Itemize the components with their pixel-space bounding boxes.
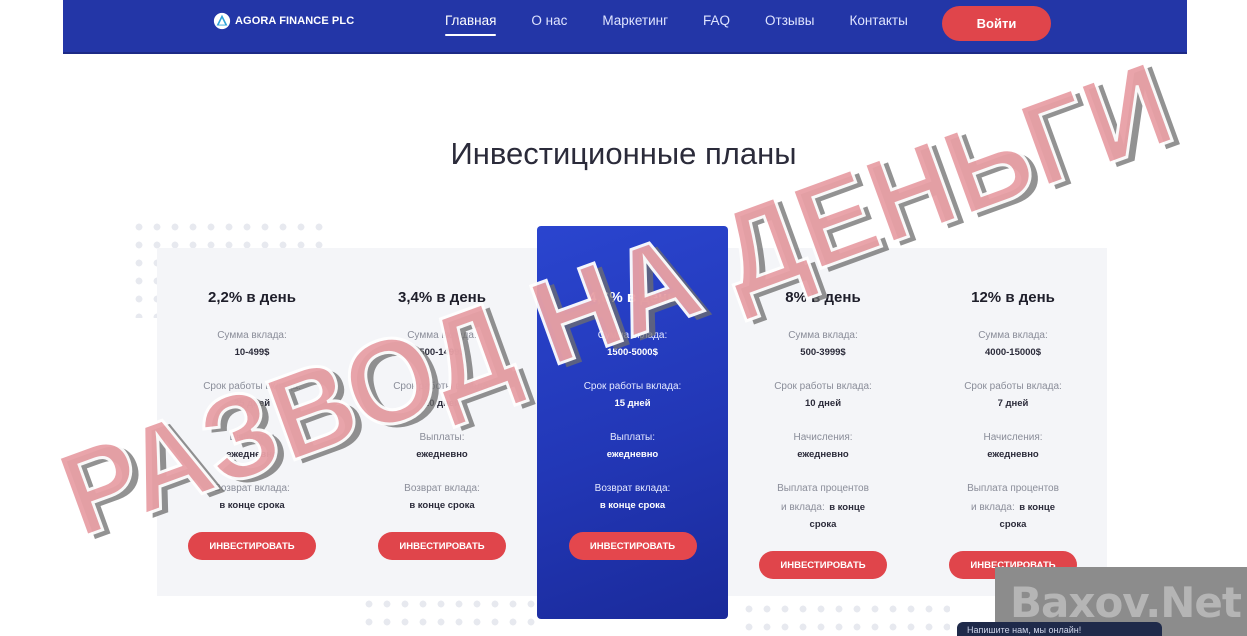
plan-row-value: 1500-5000$	[607, 347, 658, 358]
invest-button[interactable]: ИНВЕСТИРОВАТЬ	[188, 532, 316, 560]
plan-card-5: 12% в день Сумма вклада: 4000-15000$ Срок…	[918, 248, 1108, 596]
plan-rate: 8% в день	[785, 289, 861, 306]
plan-row-value: ежедневно	[606, 449, 659, 460]
plan-row-label: Срок работы вклада:	[393, 381, 491, 392]
plan-row-value: срока	[999, 519, 1027, 530]
plan-row-label: Выплата процентов	[967, 483, 1059, 494]
plan-row-label: Выплаты:	[229, 432, 275, 443]
menu-item-about[interactable]: О нас	[531, 13, 567, 34]
plan-row-value: 500-3999$	[800, 347, 846, 358]
plan-row-label: Сумма вклада:	[978, 330, 1048, 341]
plan-row-value: в конце срока	[219, 500, 285, 511]
menu-item-faq[interactable]: FAQ	[703, 13, 730, 34]
invest-button[interactable]: ИНВЕСТИРОВАТЬ	[759, 551, 887, 579]
plan-row-label: Срок работы вклада:	[774, 381, 872, 392]
plan-rate: 4,6% в день	[588, 289, 677, 306]
plan-row-label: Срок работы вклада:	[203, 381, 301, 392]
plan-row-value: срока	[809, 519, 837, 530]
dot-pattern-decoration	[360, 595, 540, 635]
menu-item-home[interactable]: Главная	[445, 13, 497, 36]
invest-button[interactable]: ИНВЕСТИРОВАТЬ	[378, 532, 506, 560]
plan-row-label: Возврат вклада:	[214, 483, 290, 494]
logo-text: AGORA FINANCE PLC	[235, 15, 355, 27]
site-logo[interactable]: AGORA FINANCE PLC	[213, 12, 354, 30]
invest-button[interactable]: ИНВЕСТИРОВАТЬ	[568, 532, 697, 560]
plan-card-2: 3,4% в день Сумма вклада: 500-1499$ Срок …	[347, 248, 537, 596]
plan-row-value: 500-1499$	[419, 347, 465, 358]
plan-row-label: Сумма вклада:	[407, 330, 477, 341]
plan-row-label: и вклада:	[781, 502, 825, 513]
plan-row-label: Выплаты:	[419, 432, 465, 443]
plan-row-label: Сумма вклада:	[597, 330, 668, 341]
plan-row-label: Выплата процентов	[777, 483, 869, 494]
plan-row-value: 25 дней	[233, 398, 271, 409]
plan-row-label: Сумма вклада:	[788, 330, 858, 341]
main-menu: Главная О нас Маркетинг FAQ Отзывы Конта…	[445, 13, 943, 36]
plan-row-label: Срок работы вклада:	[583, 381, 682, 392]
top-navbar: AGORA FINANCE PLC Главная О нас Маркетин…	[63, 0, 1187, 54]
plan-row-value: в конце	[829, 502, 865, 513]
plan-row-label: Возврат вклада:	[404, 483, 480, 494]
plan-card-4: 8% в день Сумма вклада: 500-3999$ Срок ра…	[728, 248, 918, 596]
plan-card-3-featured: 4,6% в день Сумма вклада: 1500-5000$ Срок…	[537, 226, 728, 619]
plan-row-label: Возврат вклада:	[594, 483, 671, 494]
plan-row-value: 15 дней	[614, 398, 651, 409]
plan-row-value: ежедневно	[416, 449, 468, 460]
plan-row-value: 10-499$	[234, 347, 270, 358]
dot-pattern-decoration	[740, 600, 950, 636]
menu-item-marketing[interactable]: Маркетинг	[602, 13, 668, 34]
plan-row-value: ежедневно	[226, 449, 278, 460]
plan-card-1: 2,2% в день Сумма вклада: 10-499$ Срок ра…	[157, 248, 347, 596]
plan-row-value: в конце срока	[409, 500, 475, 511]
plan-row-label: Сумма вклада:	[217, 330, 287, 341]
page-title: Инвестиционные планы	[450, 136, 797, 171]
watermark-text: Baxov.Net	[1010, 578, 1242, 627]
plan-rate: 12% в день	[971, 289, 1055, 306]
menu-item-reviews[interactable]: Отзывы	[765, 13, 814, 34]
plan-row-value: в конце срока	[599, 500, 666, 511]
plan-row-value: 10 дней	[804, 398, 842, 409]
plan-row-label: Начисления:	[793, 432, 853, 443]
menu-item-contacts[interactable]: Контакты	[849, 13, 907, 34]
plan-rate: 3,4% в день	[398, 289, 486, 306]
plan-row-label: и вклада:	[971, 502, 1015, 513]
plan-row-value: в конце	[1019, 502, 1055, 513]
plan-row-value: 4000-15000$	[985, 347, 1041, 358]
plan-rate: 2,2% в день	[208, 289, 296, 306]
chat-widget[interactable]: Напишите нам, мы онлайн!	[957, 622, 1162, 636]
plan-row-label: Выплаты:	[610, 432, 655, 443]
logo-icon	[213, 12, 231, 30]
plan-row-value: ежедневно	[797, 449, 849, 460]
login-button[interactable]: Войти	[942, 6, 1051, 41]
plan-row-value: 20 дней	[423, 398, 461, 409]
plan-row-value: 7 дней	[997, 398, 1029, 409]
plan-row-label: Срок работы вклада:	[964, 381, 1062, 392]
plan-row-value: ежедневно	[987, 449, 1039, 460]
plan-row-label: Начисления:	[983, 432, 1043, 443]
